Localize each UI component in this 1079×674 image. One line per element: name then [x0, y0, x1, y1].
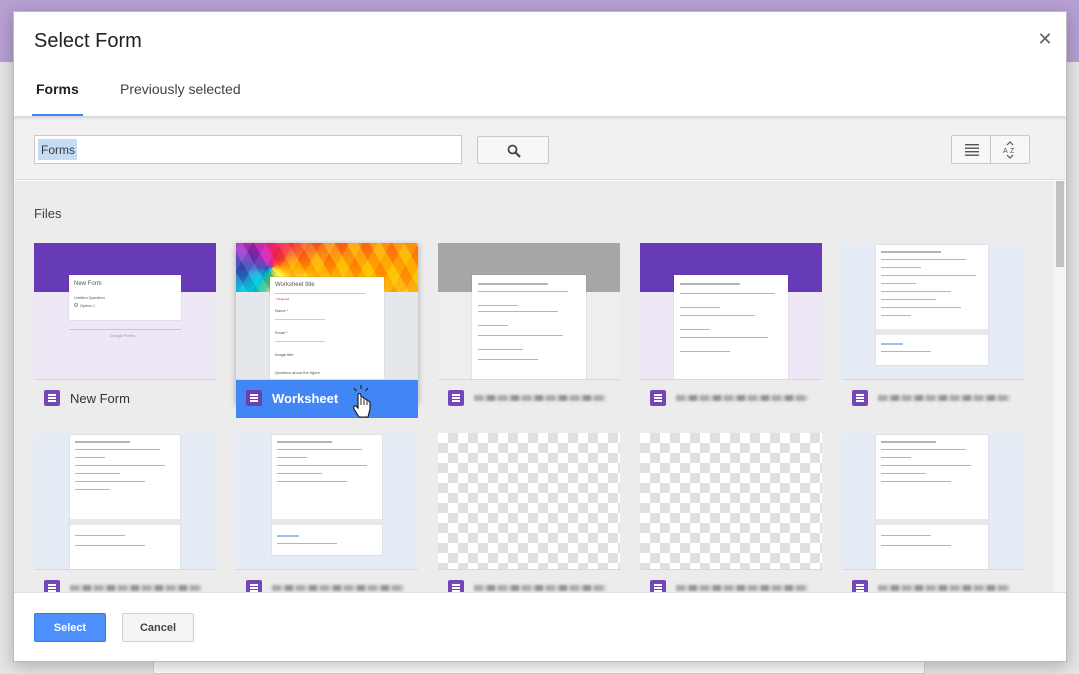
- file-card-footer: [34, 570, 216, 592]
- file-thumbnail: [640, 243, 822, 380]
- cancel-button[interactable]: Cancel: [122, 613, 194, 642]
- file-name-redacted: [878, 585, 1010, 591]
- section-label-files: Files: [34, 206, 62, 221]
- select-button[interactable]: Select: [34, 613, 106, 642]
- google-forms-icon: [44, 390, 60, 406]
- file-card[interactable]: [842, 433, 1024, 592]
- search-query-chip[interactable]: Forms: [38, 139, 77, 160]
- file-name-redacted: [474, 585, 606, 591]
- svg-text:Z: Z: [1010, 148, 1015, 155]
- google-forms-icon: [852, 580, 868, 592]
- thumb-question: Email *: [275, 330, 288, 335]
- file-card-footer: [640, 570, 822, 592]
- tab-forms[interactable]: Forms: [32, 70, 83, 116]
- file-card[interactable]: [438, 433, 620, 592]
- thumb-question: Image title: [275, 352, 294, 357]
- file-name-redacted: [474, 395, 606, 401]
- file-card[interactable]: [640, 243, 822, 418]
- file-card-footer: Worksheet: [236, 380, 418, 418]
- dialog-header: Select Form ✕ Forms Previously selected: [14, 12, 1066, 116]
- dialog-title: Select Form: [34, 30, 142, 52]
- file-thumbnail: [438, 243, 620, 380]
- file-card-footer: [842, 570, 1024, 592]
- file-card[interactable]: [842, 243, 1024, 418]
- thumb-question: Untitled Question: [74, 295, 105, 300]
- search-input[interactable]: [34, 135, 462, 164]
- scrollbar-thumb[interactable]: [1056, 181, 1064, 267]
- svg-text:A: A: [1003, 148, 1008, 155]
- google-forms-icon: [246, 580, 262, 592]
- file-card-footer: [842, 380, 1024, 418]
- file-card-footer: New Form: [34, 380, 216, 418]
- file-name-redacted: [272, 585, 404, 591]
- google-forms-icon: [852, 390, 868, 406]
- google-forms-icon: [246, 390, 262, 406]
- close-icon[interactable]: ✕: [1036, 30, 1054, 48]
- file-thumbnail: [438, 433, 620, 570]
- google-forms-icon: [650, 390, 666, 406]
- file-name-redacted: [676, 585, 808, 591]
- file-card[interactable]: [34, 433, 216, 592]
- thumb-question: Question about the figure: [275, 370, 320, 375]
- file-thumbnail: Worksheet title * Required Name * Email …: [236, 243, 418, 380]
- google-forms-icon: [650, 580, 666, 592]
- search-toolbar: Forms A Z: [14, 116, 1066, 180]
- thumb-title: Worksheet title: [275, 282, 315, 288]
- dialog-footer: Select Cancel: [14, 592, 1066, 661]
- thumb-footer: Google Forms: [110, 333, 136, 338]
- tab-previously-selected[interactable]: Previously selected: [120, 70, 241, 116]
- file-card-worksheet[interactable]: Worksheet title * Required Name * Email …: [236, 243, 418, 418]
- list-view-icon: [965, 144, 979, 156]
- select-form-dialog: Select Form ✕ Forms Previously selected …: [13, 11, 1067, 662]
- file-card-new-form[interactable]: New Form Untitled Question Option 1 Goog…: [34, 243, 216, 418]
- thumb-question: Name *: [275, 308, 289, 313]
- file-name: New Form: [70, 391, 130, 406]
- search-button[interactable]: [477, 136, 549, 164]
- thumb-required: * Required: [275, 297, 290, 301]
- file-name: Worksheet: [272, 391, 339, 406]
- file-name-redacted: [878, 395, 1010, 401]
- file-card[interactable]: [640, 433, 822, 592]
- file-thumbnail: [842, 433, 1024, 570]
- file-thumbnail: [640, 433, 822, 570]
- google-forms-icon: [44, 580, 60, 592]
- google-forms-icon: [448, 390, 464, 406]
- file-card-footer: [236, 570, 418, 592]
- sort-az-icon: A Z: [1003, 141, 1015, 159]
- file-card[interactable]: [236, 433, 418, 592]
- file-thumbnail: [236, 433, 418, 570]
- search-icon: [507, 144, 521, 158]
- file-thumbnail: New Form Untitled Question Option 1 Goog…: [34, 243, 216, 380]
- thumb-option: Option 1: [80, 303, 96, 308]
- file-card-footer: [438, 380, 620, 418]
- list-view-button[interactable]: [951, 135, 991, 164]
- file-name-redacted: [676, 395, 808, 401]
- hand-pointer-icon: [353, 385, 371, 418]
- file-card-footer: [438, 570, 620, 592]
- file-thumbnail: [34, 433, 216, 570]
- grid-scrollbar[interactable]: [1054, 181, 1066, 592]
- file-card[interactable]: [438, 243, 620, 418]
- thumb-title: New Form: [74, 281, 102, 287]
- file-thumbnail: [842, 243, 1024, 380]
- sort-button[interactable]: A Z: [991, 135, 1030, 164]
- files-grid-area: Files New Form Untitled Question Option …: [14, 181, 1054, 592]
- google-forms-icon: [448, 580, 464, 592]
- file-card-footer: [640, 380, 822, 418]
- file-name-redacted: [70, 585, 202, 591]
